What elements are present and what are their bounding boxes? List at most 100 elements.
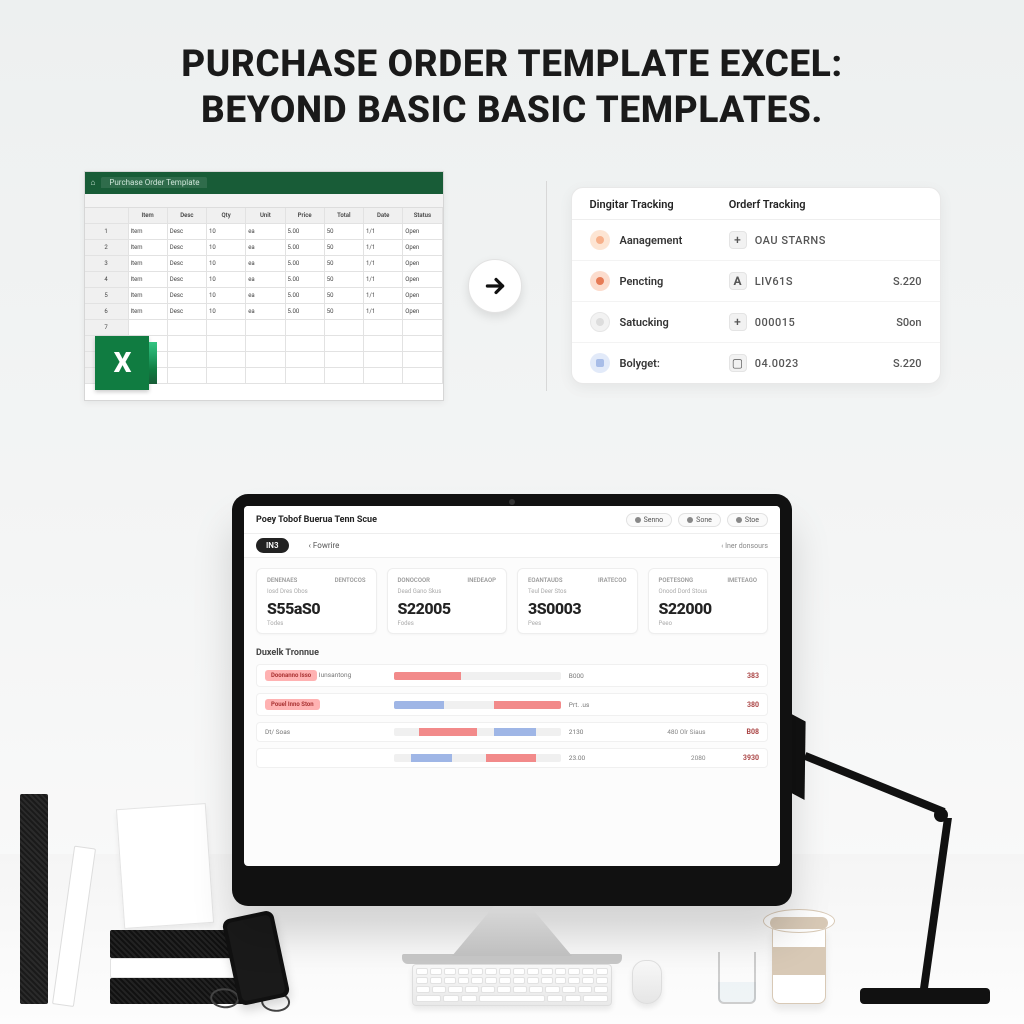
stat-card[interactable]: EoantaudsIratecoo Teul Deer Stos 3S0003 … — [517, 568, 638, 634]
excel-cell[interactable]: ea — [246, 288, 285, 304]
excel-cell[interactable]: 50 — [325, 256, 364, 272]
excel-cell[interactable]: ea — [246, 272, 285, 288]
excel-cell[interactable]: ea — [246, 240, 285, 256]
excel-cell[interactable]: Item — [129, 288, 168, 304]
excel-cell[interactable]: 5.00 — [286, 240, 325, 256]
excel-cell[interactable] — [325, 320, 364, 336]
excel-cell[interactable]: Item — [129, 272, 168, 288]
excel-cell[interactable] — [168, 368, 207, 384]
excel-cell[interactable] — [286, 320, 325, 336]
excel-cell[interactable]: Desc — [168, 240, 207, 256]
excel-cell[interactable]: Open — [403, 240, 442, 256]
excel-cell[interactable]: 50 — [325, 272, 364, 288]
excel-tab[interactable]: Purchase Order Template — [101, 177, 207, 188]
excel-cell[interactable] — [246, 368, 285, 384]
excel-cell[interactable]: 1/1 — [364, 288, 403, 304]
bar-row[interactable]: Doonanno Isso Iunsantong B000 383 — [256, 664, 768, 687]
stat-card[interactable]: DonocoorInedeaop Dead Gano Skus S22005 F… — [387, 568, 508, 634]
excel-cell[interactable] — [168, 352, 207, 368]
excel-cell[interactable]: 10 — [207, 240, 246, 256]
tab-secondary[interactable]: ‹ Fowrire — [299, 538, 350, 553]
excel-cell[interactable]: Item — [129, 304, 168, 320]
excel-cell[interactable] — [246, 336, 285, 352]
track-row-pending[interactable]: Pencting A LIV61S S.220 — [572, 261, 940, 302]
excel-cell[interactable]: Item — [129, 240, 168, 256]
stat-card[interactable]: DenenaesDentocos Iosd Dres Obos S55aS0 T… — [256, 568, 377, 634]
excel-cell[interactable] — [325, 368, 364, 384]
excel-cell[interactable] — [286, 352, 325, 368]
excel-cell[interactable]: Open — [403, 272, 442, 288]
excel-cell[interactable] — [364, 336, 403, 352]
excel-cell[interactable]: Desc — [168, 224, 207, 240]
excel-cell[interactable]: 50 — [325, 240, 364, 256]
excel-cell[interactable] — [403, 368, 442, 384]
stat-card[interactable]: PoetesongImeteago Onood Dord Stous S2200… — [648, 568, 769, 634]
action-button[interactable]: Sone — [678, 513, 721, 527]
excel-cell[interactable]: 10 — [207, 288, 246, 304]
excel-cell[interactable]: 10 — [207, 272, 246, 288]
excel-cell[interactable]: 5.00 — [286, 256, 325, 272]
excel-cell[interactable]: 5.00 — [286, 224, 325, 240]
excel-cell[interactable] — [246, 320, 285, 336]
excel-cell[interactable]: Open — [403, 304, 442, 320]
excel-cell[interactable]: ea — [246, 304, 285, 320]
tab-active[interactable]: IN3 — [256, 538, 289, 553]
excel-cell[interactable]: ea — [246, 256, 285, 272]
excel-cell[interactable]: Open — [403, 288, 442, 304]
excel-cell[interactable] — [207, 336, 246, 352]
excel-cell[interactable]: Desc — [168, 304, 207, 320]
excel-cell[interactable] — [207, 352, 246, 368]
excel-cell[interactable]: 10 — [207, 304, 246, 320]
excel-cell[interactable] — [403, 352, 442, 368]
excel-cell[interactable] — [168, 320, 207, 336]
excel-cell[interactable] — [207, 320, 246, 336]
mouse-prop — [632, 960, 662, 1004]
excel-cell[interactable]: 50 — [325, 288, 364, 304]
excel-cell[interactable] — [246, 352, 285, 368]
excel-cell[interactable] — [364, 352, 403, 368]
excel-cell[interactable]: 1/1 — [364, 224, 403, 240]
excel-cell[interactable]: 50 — [325, 304, 364, 320]
excel-cell[interactable]: 10 — [207, 224, 246, 240]
excel-cell[interactable] — [325, 352, 364, 368]
bar-row[interactable]: 23.00 2080 3930 — [256, 748, 768, 768]
excel-cell[interactable]: 5.00 — [286, 288, 325, 304]
excel-cell[interactable]: 5.00 — [286, 272, 325, 288]
excel-cell[interactable] — [364, 320, 403, 336]
excel-cell[interactable]: 1/1 — [364, 240, 403, 256]
excel-cell[interactable]: 1/1 — [364, 256, 403, 272]
excel-cell[interactable]: Desc — [168, 272, 207, 288]
track-row-stacking[interactable]: Satucking + 000015 S0on — [572, 302, 940, 343]
square-icon[interactable]: ▢ — [729, 354, 747, 372]
excel-cell[interactable]: Desc — [168, 256, 207, 272]
excel-cell[interactable] — [325, 336, 364, 352]
letter-a-icon[interactable]: A — [729, 272, 747, 290]
excel-cell[interactable] — [403, 320, 442, 336]
plus-icon[interactable]: + — [729, 231, 747, 249]
excel-cell[interactable] — [207, 368, 246, 384]
excel-cell[interactable]: Desc — [168, 288, 207, 304]
excel-cell[interactable]: Open — [403, 224, 442, 240]
excel-cell[interactable] — [403, 336, 442, 352]
bar-row[interactable]: Dt/ Soas 2130 480 Olr Siaus B08 — [256, 722, 768, 742]
track-row-budget[interactable]: Bolyget: ▢ 04.0023 S.220 — [572, 343, 940, 383]
excel-cell[interactable]: Item — [129, 224, 168, 240]
excel-cell[interactable]: 1/1 — [364, 272, 403, 288]
excel-cell[interactable]: Item — [129, 256, 168, 272]
bar-row[interactable]: Pouel Inno Ston Prt. .us 380 — [256, 693, 768, 716]
action-button[interactable]: Stoe — [727, 513, 768, 527]
excel-cell[interactable] — [286, 336, 325, 352]
excel-cell[interactable]: 1/1 — [364, 304, 403, 320]
excel-cell[interactable]: 5.00 — [286, 304, 325, 320]
excel-cell[interactable] — [129, 320, 168, 336]
track-row-management[interactable]: Aanagement + OAU STARNS — [572, 220, 940, 261]
action-button[interactable]: Senno — [626, 513, 673, 527]
excel-cell[interactable]: 10 — [207, 256, 246, 272]
excel-cell[interactable]: Open — [403, 256, 442, 272]
excel-cell[interactable]: ea — [246, 224, 285, 240]
excel-cell[interactable]: 50 — [325, 224, 364, 240]
excel-cell[interactable] — [364, 368, 403, 384]
plus-icon[interactable]: + — [729, 313, 747, 331]
excel-cell[interactable] — [286, 368, 325, 384]
excel-cell[interactable] — [168, 336, 207, 352]
